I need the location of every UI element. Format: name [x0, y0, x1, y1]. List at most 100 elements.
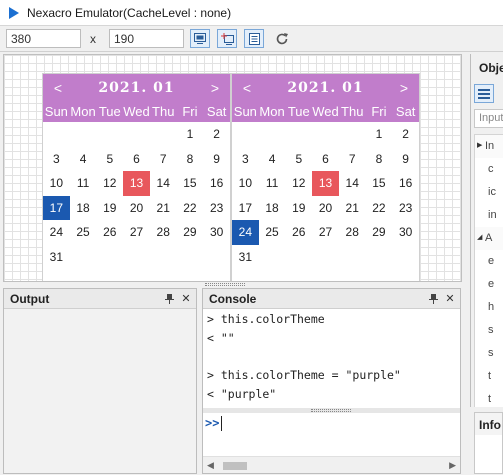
object-search-input[interactable]: Input: [474, 109, 503, 128]
day-cell[interactable]: 26: [96, 220, 123, 245]
day-cell[interactable]: 21: [339, 196, 366, 221]
day-cell[interactable]: 4: [259, 147, 286, 172]
day-cell[interactable]: 31: [43, 245, 70, 270]
tree-group[interactable]: ◢ A: [475, 227, 503, 250]
day-cell[interactable]: 6: [123, 147, 150, 172]
day-cell[interactable]: 28: [339, 220, 366, 245]
day-cell[interactable]: 2: [203, 122, 230, 147]
next-month-button[interactable]: >: [208, 80, 222, 96]
refresh-button[interactable]: [273, 30, 291, 48]
day-cell[interactable]: 23: [392, 196, 419, 221]
day-cell[interactable]: 8: [366, 147, 393, 172]
console-input[interactable]: >>: [203, 413, 460, 457]
day-cell[interactable]: 24: [232, 220, 259, 245]
day-cell[interactable]: 23: [203, 196, 230, 221]
twisty-icon[interactable]: ◢: [477, 227, 482, 249]
close-icon[interactable]: ✕: [179, 292, 193, 306]
day-cell[interactable]: 22: [177, 196, 204, 221]
day-cell[interactable]: 16: [203, 171, 230, 196]
day-cell[interactable]: 3: [232, 147, 259, 172]
tree-item[interactable]: c: [475, 158, 503, 181]
day-cell[interactable]: 15: [177, 171, 204, 196]
day-cell[interactable]: 1: [366, 122, 393, 147]
day-cell[interactable]: 7: [150, 147, 177, 172]
day-cell[interactable]: 12: [285, 171, 312, 196]
calendar-right[interactable]: < 2021. 01 > Sun Mon Tue Wed Thu Fri Sat 12345…: [231, 73, 420, 281]
scroll-right-icon[interactable]: ▶: [449, 460, 456, 471]
day-cell[interactable]: 7: [339, 147, 366, 172]
tree-item[interactable]: s: [475, 342, 503, 365]
day-cell[interactable]: 11: [259, 171, 286, 196]
object-tree[interactable]: ▶ In c ic in ◢ Ae e h s s t t: [474, 134, 503, 407]
design-canvas[interactable]: < 2021. 01 > Sun Mon Tue Wed Thu Fri Sat 12345…: [3, 54, 462, 282]
pin-icon[interactable]: [426, 292, 440, 306]
horizontal-scrollbar[interactable]: ◀ ▶: [203, 456, 460, 473]
day-cell[interactable]: 24: [43, 220, 70, 245]
vertical-splitter[interactable]: [462, 54, 468, 474]
day-cell[interactable]: 1: [177, 122, 204, 147]
day-cell[interactable]: 31: [232, 245, 259, 270]
tree-item[interactable]: s: [475, 319, 503, 342]
day-cell[interactable]: 14: [339, 171, 366, 196]
tree-item[interactable]: e: [475, 273, 503, 296]
screen-fit-button[interactable]: [190, 29, 210, 48]
day-cell[interactable]: 9: [392, 147, 419, 172]
day-cell[interactable]: 18: [70, 196, 97, 221]
tree-item[interactable]: h: [475, 296, 503, 319]
day-cell[interactable]: 30: [203, 220, 230, 245]
tree-item[interactable]: e: [475, 250, 503, 273]
close-icon[interactable]: ✕: [443, 292, 457, 306]
day-cell[interactable]: 8: [177, 147, 204, 172]
day-cell[interactable]: 27: [312, 220, 339, 245]
day-cell[interactable]: 22: [366, 196, 393, 221]
day-cell[interactable]: 30: [392, 220, 419, 245]
day-cell[interactable]: 19: [96, 196, 123, 221]
day-cell[interactable]: 9: [203, 147, 230, 172]
day-cell[interactable]: 27: [123, 220, 150, 245]
day-cell[interactable]: 20: [123, 196, 150, 221]
day-cell[interactable]: 13: [312, 171, 339, 196]
day-cell[interactable]: 25: [259, 220, 286, 245]
add-screen-button[interactable]: [217, 29, 237, 48]
day-cell[interactable]: 5: [285, 147, 312, 172]
day-cell[interactable]: 17: [43, 195, 70, 220]
day-cell[interactable]: 16: [392, 171, 419, 196]
width-input[interactable]: [6, 29, 81, 48]
day-cell[interactable]: 13: [123, 171, 150, 196]
day-cell[interactable]: 29: [177, 220, 204, 245]
day-cell[interactable]: 4: [70, 147, 97, 172]
document-button[interactable]: [244, 29, 264, 48]
day-cell[interactable]: 21: [150, 196, 177, 221]
twisty-icon[interactable]: ▶: [477, 135, 482, 157]
day-cell[interactable]: 29: [366, 220, 393, 245]
scrollbar-thumb[interactable]: [223, 462, 247, 470]
day-cell[interactable]: 11: [70, 171, 97, 196]
calendar-left[interactable]: < 2021. 01 > Sun Mon Tue Wed Thu Fri Sat 12345…: [42, 73, 231, 281]
day-cell[interactable]: 14: [150, 171, 177, 196]
day-cell[interactable]: 20: [312, 196, 339, 221]
day-cell[interactable]: 12: [96, 171, 123, 196]
day-cell[interactable]: 26: [285, 220, 312, 245]
day-cell[interactable]: 25: [70, 220, 97, 245]
day-cell[interactable]: 28: [150, 220, 177, 245]
tree-item[interactable]: ic: [475, 181, 503, 204]
height-input[interactable]: [109, 29, 184, 48]
day-cell[interactable]: 15: [366, 171, 393, 196]
day-cell[interactable]: 10: [43, 171, 70, 196]
tree-item[interactable]: in: [475, 204, 503, 227]
day-cell[interactable]: 17: [232, 196, 259, 221]
day-cell[interactable]: 18: [259, 196, 286, 221]
next-month-button[interactable]: >: [397, 80, 411, 96]
pin-icon[interactable]: [162, 292, 176, 306]
object-list-button[interactable]: [474, 84, 494, 103]
scroll-left-icon[interactable]: ◀: [207, 460, 214, 471]
day-cell[interactable]: 2: [392, 122, 419, 147]
tree-item[interactable]: t: [475, 365, 503, 388]
horizontal-splitter[interactable]: [205, 283, 245, 286]
tree-item[interactable]: t: [475, 388, 503, 407]
prev-month-button[interactable]: <: [51, 80, 65, 96]
tree-group[interactable]: ▶ In: [475, 135, 503, 158]
day-cell[interactable]: 6: [312, 147, 339, 172]
day-cell[interactable]: 19: [285, 196, 312, 221]
day-cell[interactable]: 5: [96, 147, 123, 172]
